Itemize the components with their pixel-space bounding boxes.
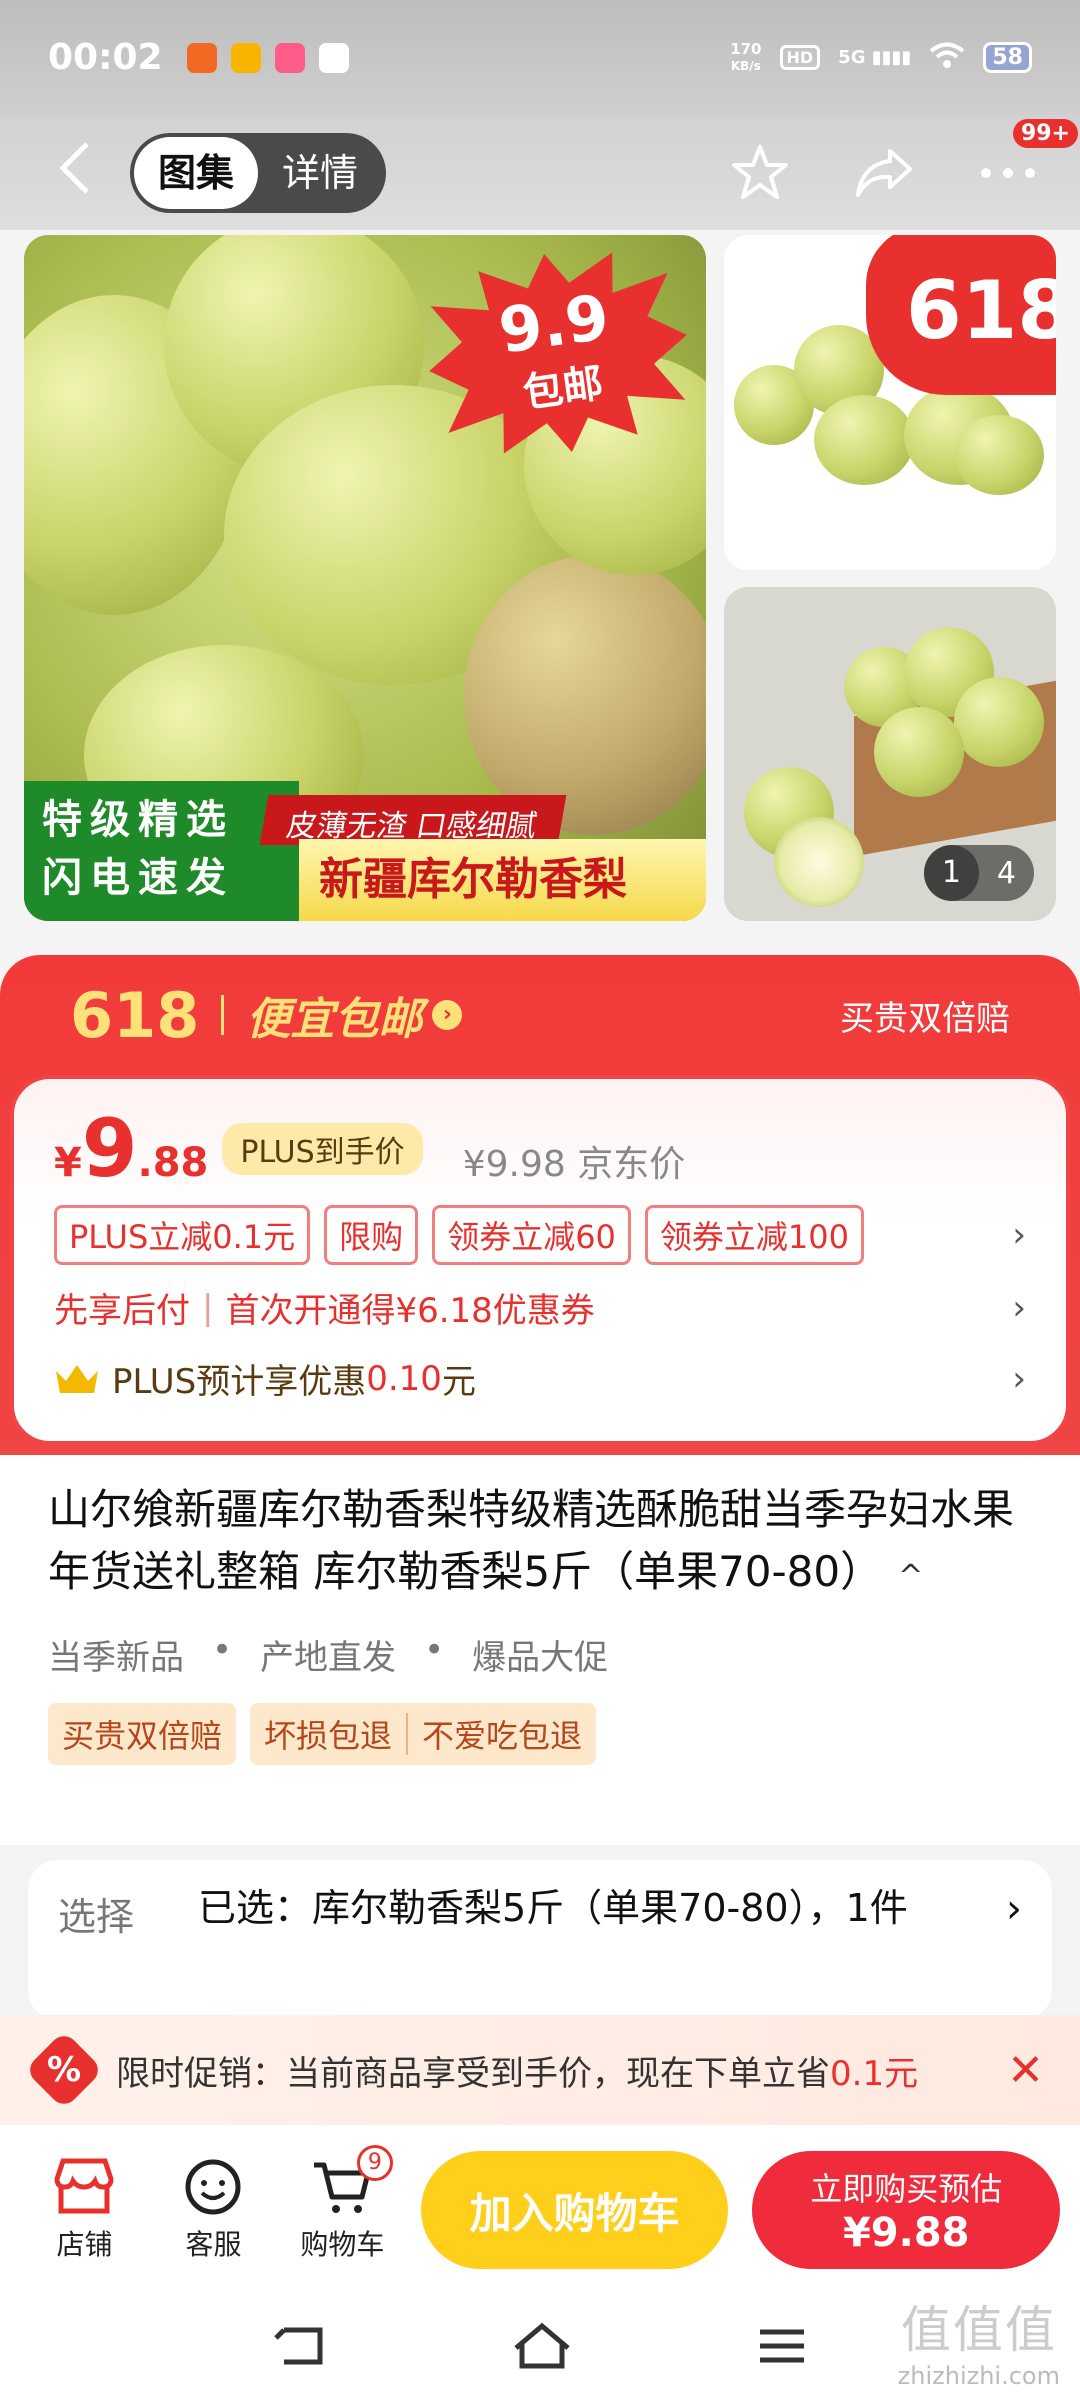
coupon-tag[interactable]: PLUS立减0.1元 xyxy=(54,1205,311,1265)
cart-count-badge: 9 xyxy=(356,2145,393,2181)
plus-saving-row[interactable]: PLUS预计享优惠 0.10 元 › xyxy=(14,1332,1066,1403)
system-back-button[interactable] xyxy=(272,2324,328,2372)
back-arrow-icon xyxy=(59,141,89,194)
close-icon[interactable]: ✕ xyxy=(1007,2045,1044,2096)
system-home-button[interactable] xyxy=(512,2322,572,2374)
add-to-cart-button[interactable]: 加入购物车 xyxy=(420,2151,729,2269)
collapse-icon[interactable]: ^ xyxy=(898,1559,923,1594)
banner-red: 皮薄无渣 口感细腻 xyxy=(259,795,566,845)
app-notification-icon xyxy=(274,42,305,73)
chevron-right-icon[interactable]: › xyxy=(1006,1886,1022,1994)
wifi-icon xyxy=(929,42,965,74)
credit-pay-row[interactable]: 先享后付 | 首次开通得¥6.18优惠券 › xyxy=(14,1265,1066,1332)
feature-item: 产地直发 xyxy=(260,1638,397,1678)
price-card: ¥ 9 .88 PLUS到手价 ¥9.98 京东价 PLUS立减0.1元 限购 … xyxy=(10,1075,1070,1445)
store-icon xyxy=(54,2158,114,2214)
select-label: 选择 xyxy=(58,1895,135,1939)
feature-item: 爆品大促 xyxy=(472,1638,609,1678)
selected-spec: 已选：库尔勒香梨5斤（单果70-80），1件 xyxy=(198,1886,908,1930)
star-icon xyxy=(732,144,788,199)
back-button[interactable] xyxy=(40,138,110,208)
system-menu-button[interactable] xyxy=(756,2326,808,2370)
timed-promo-bar[interactable]: % 限时促销：当前商品享受到手价，现在下单立省0.1元 ✕ xyxy=(0,2015,1080,2125)
feature-item: 当季新品 xyxy=(48,1638,184,1678)
top-nav: 图集 详情 99+ xyxy=(0,115,1080,230)
image-counter: 1 4 xyxy=(923,845,1034,901)
price-decimal: .88 xyxy=(137,1140,209,1186)
system-navigation-bar: 值值值 zhizhizhi.com xyxy=(0,2295,1080,2400)
promo-section: 618 便宜包邮 › 买贵双倍赔 ¥ 9 .88 PLUS到手价 ¥9.98 京… xyxy=(0,955,1080,1455)
buy-now-button[interactable]: 立即购买预估 ¥9.88 xyxy=(752,2151,1060,2269)
share-icon xyxy=(856,148,912,197)
service-tags[interactable]: 买贵双倍赔 坏损包退 不爱吃包退 xyxy=(48,1703,1032,1765)
price-guarantee[interactable]: 买贵双倍赔 xyxy=(840,991,1010,1040)
cart-button[interactable]: 9 购物车 xyxy=(278,2145,407,2263)
promo-header[interactable]: 618 便宜包邮 › 买贵双倍赔 xyxy=(0,955,1080,1075)
main-product-image[interactable]: 9.9 包邮 特级精选 闪电速发 皮薄无渣 口感细腻 新疆库尔勒香梨 xyxy=(24,235,706,921)
promo-618-label: 618 xyxy=(70,978,200,1052)
app-notification-icon xyxy=(186,42,217,73)
product-info: 山尔飨新疆库尔勒香梨特级精选酥脆甜当季孕妇水果年货送礼整箱 库尔勒香梨5斤（单果… xyxy=(0,1455,1080,1845)
status-time: 00:02 xyxy=(48,37,163,78)
spec-selector[interactable]: 选择 已选：库尔勒香梨5斤（单果70-80），1件 › xyxy=(28,1860,1052,2020)
message-icon xyxy=(318,42,349,73)
thumbnail-image[interactable]: 1 4 xyxy=(724,587,1056,921)
return-tags[interactable]: 坏损包退 不爱吃包退 xyxy=(250,1703,597,1765)
price-integer: 9 xyxy=(81,1102,138,1195)
app-notification-icon xyxy=(230,42,261,73)
product-title: 山尔飨新疆库尔勒香梨特级精选酥脆甜当季孕妇水果年货送礼整箱 库尔勒香梨5斤（单果… xyxy=(48,1485,1015,1596)
service-tag[interactable]: 不爱吃包退 xyxy=(408,1703,596,1765)
store-button[interactable]: 店铺 xyxy=(20,2157,149,2263)
coupon-tag[interactable]: 限购 xyxy=(324,1205,419,1265)
more-button[interactable]: 99+ xyxy=(976,118,1078,205)
thumbnail-image[interactable]: 618 xyxy=(724,235,1056,570)
image-gallery[interactable]: 9.9 包邮 特级精选 闪电速发 皮薄无渣 口感细腻 新疆库尔勒香梨 618 1… xyxy=(24,235,1056,921)
hd-icon: HD xyxy=(779,45,821,70)
timed-promo-text: 限时促销：当前商品享受到手价，现在下单立省0.1元 xyxy=(116,2053,919,2094)
banner-green: 特级精选 闪电速发 xyxy=(24,781,299,921)
discount-icon: % xyxy=(24,2030,104,2110)
status-bar: 00:02 170 KB/s HD 5G ▮▮▮▮ 58 xyxy=(0,0,1080,115)
service-tag[interactable]: 坏损包退 xyxy=(250,1703,406,1765)
share-button[interactable] xyxy=(852,141,916,205)
battery-icon: 58 xyxy=(983,42,1032,73)
message-count-badge: 99+ xyxy=(1012,118,1078,148)
bottom-action-bar: 店铺 客服 9 购物车 加入购物车 立即购买预估 ¥9.88 xyxy=(0,2125,1080,2295)
menu-icon xyxy=(760,2329,804,2362)
coupon-row[interactable]: PLUS立减0.1元 限购 领券立减60 领券立减100 › xyxy=(14,1189,1066,1265)
feature-list: 当季新品 • 产地直发 • 爆品大促 xyxy=(48,1630,609,1678)
chevron-right-icon[interactable]: › xyxy=(1012,1359,1026,1399)
chat-face-icon xyxy=(185,2159,241,2215)
notification-icons xyxy=(186,42,349,73)
gallery-detail-switch: 图集 详情 xyxy=(130,132,387,213)
plus-price-tag: PLUS到手价 xyxy=(222,1123,423,1175)
net-speed: 170 KB/s xyxy=(730,39,762,73)
price-row: ¥ 9 .88 PLUS到手价 ¥9.98 京东价 xyxy=(54,1102,686,1195)
chevron-right-icon[interactable]: › xyxy=(1012,1215,1026,1255)
tab-gallery[interactable]: 图集 xyxy=(134,136,259,209)
chevron-right-icon[interactable]: › xyxy=(1012,1288,1026,1328)
signal-icon: 5G ▮▮▮▮ xyxy=(838,47,912,68)
chevron-right-icon: › xyxy=(432,1000,463,1030)
favorite-button[interactable] xyxy=(728,141,792,205)
tab-details[interactable]: 详情 xyxy=(258,137,382,209)
service-tag[interactable]: 买贵双倍赔 xyxy=(48,1703,237,1765)
customer-service-button[interactable]: 客服 xyxy=(149,2157,278,2263)
badge-618: 618 xyxy=(866,235,1056,395)
crown-icon xyxy=(56,1364,98,1393)
image-banner: 特级精选 闪电速发 皮薄无渣 口感细腻 新疆库尔勒香梨 xyxy=(24,781,706,921)
banner-product-name: 新疆库尔勒香梨 xyxy=(299,839,706,921)
watermark: 值值值 zhizhizhi.com xyxy=(897,2301,1060,2390)
coupon-tag[interactable]: 领券立减60 xyxy=(432,1205,631,1265)
back-icon xyxy=(274,2327,323,2364)
more-icon xyxy=(981,167,1035,178)
coupon-tag[interactable]: 领券立减100 xyxy=(644,1205,865,1265)
jd-price: ¥9.98 京东价 xyxy=(462,1144,686,1185)
promo-slogan: 便宜包邮 xyxy=(246,994,423,1045)
home-icon xyxy=(514,2322,570,2368)
